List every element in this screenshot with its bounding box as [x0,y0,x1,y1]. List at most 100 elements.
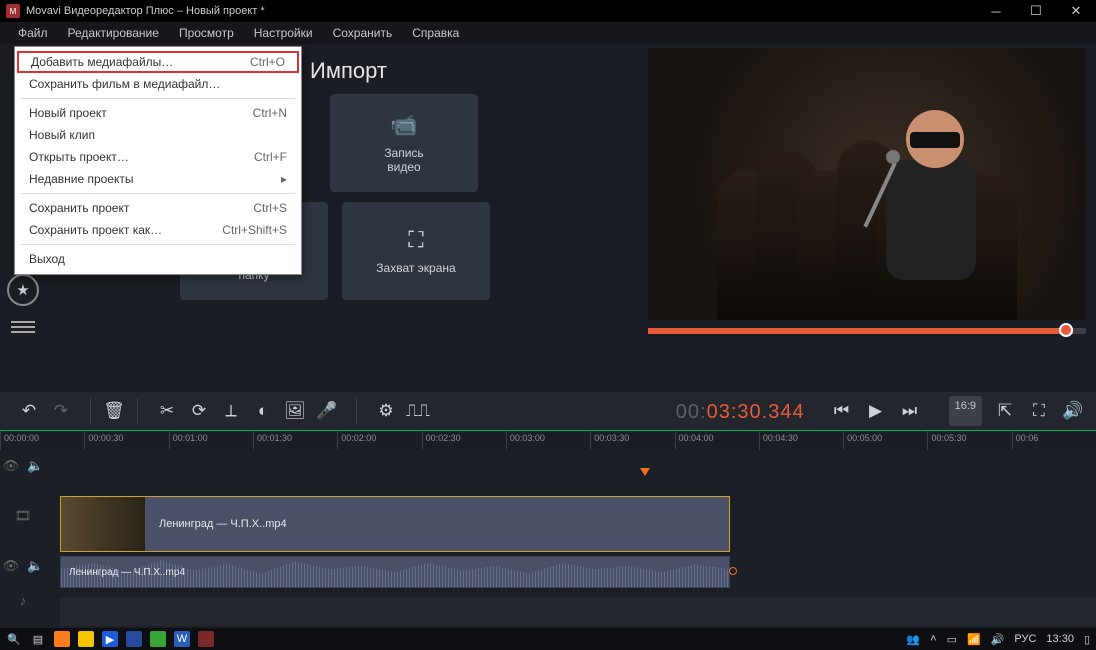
close-button[interactable]: ✕ [1056,0,1096,22]
menu-help[interactable]: Справка [402,23,469,43]
music-track-lane[interactable] [60,598,1096,626]
app-icon[interactable] [78,631,94,647]
menu-save[interactable]: Сохранить [323,23,403,43]
menu-item-save-project[interactable]: Сохранить проект Ctrl+S [15,197,301,219]
menu-item-open-project[interactable]: Открыть проект… Ctrl+F [15,146,301,168]
wifi-icon[interactable]: 📶 [967,633,981,646]
battery-icon[interactable]: ▭ [947,633,957,646]
camera-icon: 📹 [390,112,417,138]
stickers-button[interactable]: ★ [7,274,39,306]
film-icon: 🎞 [15,508,32,524]
menu-item-new-project[interactable]: Новый проект Ctrl+N [15,102,301,124]
firefox-icon[interactable] [54,631,70,647]
tray-chevron-icon[interactable]: ˄ [930,633,936,645]
eye-icon[interactable]: 👁 [3,458,20,474]
menu-bar: Файл Редактирование Просмотр Настройки С… [0,22,1096,44]
eye-icon[interactable]: 👁 [3,558,20,574]
redo-button[interactable]: ↷ [46,396,76,426]
video-clip[interactable]: Ленинград — Ч.П.Х..mp4 [60,496,730,552]
preview-seekbar[interactable] [648,328,1086,334]
toolbar: ↶ ↷ 🗑 ✂ ⟳ ⟂ ◐ 🖼 🎤 ⚙ ⎍⎍ 00:03:30.344 ⏮ ▶ … [0,392,1096,430]
track-toggle-row: 👁🔈 [3,452,44,480]
screen-capture-icon: ⛶ [408,227,423,253]
menu-item-label: Новый проект [29,106,107,120]
timeline-ruler[interactable]: 00:00:00 00:00:30 00:01:00 00:01:30 00:0… [0,430,1096,450]
menu-item-exit[interactable]: Выход [15,248,301,270]
tile-label: Захват экрана [376,261,455,275]
play-button[interactable]: ▶ [861,396,891,426]
tile-screen-capture[interactable]: ⛶ Захват экрана [342,202,490,300]
rotate-button[interactable]: ⟳ [184,396,214,426]
menu-edit[interactable]: Редактирование [58,23,169,43]
crop-button[interactable]: ⟂ [216,396,246,426]
ruler-tick: 00:01:30 [253,431,337,450]
preview-video[interactable] [648,48,1086,320]
import-heading: Импорт [310,58,387,84]
color-adjust-button[interactable]: ◐ [248,396,278,426]
image-button[interactable]: 🖼 [280,396,310,426]
menu-separator [21,98,295,99]
sound-tray-icon[interactable]: 🔊 [991,633,1005,646]
app-icon[interactable]: ▶ [102,631,118,647]
maximize-button[interactable]: ☐ [1016,0,1056,22]
undo-button[interactable]: ↶ [14,396,44,426]
next-frame-button[interactable]: ⏭ [895,396,925,426]
clip-thumbnail [61,497,145,551]
menu-separator [21,193,295,194]
minimize-button[interactable]: ─ [976,0,1016,22]
clock[interactable]: 13:30 [1046,633,1074,645]
timecode-prefix: 00: [676,401,707,423]
menu-item-add-media[interactable]: Добавить медиафайлы… Ctrl+O [17,51,299,73]
music-track-header[interactable]: ♪ [20,586,27,614]
clip-label: Ленинград — Ч.П.Х..mp4 [69,567,185,578]
start-search-icon[interactable]: 🔍 [6,631,22,647]
video-track-header[interactable]: 🎞 [15,486,32,546]
utorrent-icon[interactable] [150,631,166,647]
star-icon: ★ [16,281,29,299]
app-icon[interactable] [126,631,142,647]
clip-end-handle[interactable] [729,567,737,575]
menu-item-recent[interactable]: Недавние проекты ▸ [15,168,301,190]
prev-frame-button[interactable]: ⏮ [827,396,857,426]
list-view-button[interactable] [7,316,39,338]
settings-button[interactable]: ⚙ [371,396,401,426]
menu-file[interactable]: Файл [8,23,58,43]
notifications-icon[interactable]: ▯ [1084,633,1090,646]
menu-settings[interactable]: Настройки [244,23,323,43]
menu-item-save-project-as[interactable]: Сохранить проект как… Ctrl+Shift+S [15,219,301,241]
tile-record-video[interactable]: 📹 Запись видео [330,94,478,192]
people-icon[interactable]: 👥 [906,633,920,646]
task-view-icon[interactable]: ▤ [30,631,46,647]
speaker-icon[interactable]: 🔈 [27,558,43,574]
ruler-tick: 00:04:00 [675,431,759,450]
seekbar-fill [648,328,1073,334]
equalizer-button[interactable]: ⎍⎍ [403,396,433,426]
delete-button[interactable]: 🗑 [99,396,129,426]
cut-button[interactable]: ✂ [152,396,182,426]
movavi-icon[interactable] [198,631,214,647]
popout-button[interactable]: ⇱ [990,396,1020,426]
ruler-tick: 00:02:00 [337,431,421,450]
menu-item-label: Добавить медиафайлы… [31,55,173,69]
volume-button[interactable]: 🔊 [1058,396,1088,426]
app-logo-icon: M [6,4,20,18]
menu-item-label: Сохранить проект как… [29,223,162,237]
aspect-ratio-selector[interactable]: 16:9 [949,396,982,426]
menu-item-label: Выход [29,252,65,266]
word-icon[interactable]: W [174,631,190,647]
audio-clip[interactable]: Ленинград — Ч.П.Х..mp4 [60,556,730,588]
menu-item-new-clip[interactable]: Новый клип [15,124,301,146]
title-bar: M Movavi Видеоредактор Плюс – Новый прое… [0,0,1096,22]
menu-item-label: Новый клип [29,128,95,142]
fullscreen-button[interactable]: ⛶ [1024,396,1054,426]
menu-item-save-movie[interactable]: Сохранить фильм в медиафайл… [15,73,301,95]
menu-view[interactable]: Просмотр [169,23,244,43]
menu-item-shortcut: Ctrl+Shift+S [222,223,287,237]
language-indicator[interactable]: РУС [1014,633,1036,645]
mic-button[interactable]: 🎤 [312,396,342,426]
menu-item-shortcut: Ctrl+S [253,201,287,215]
seekbar-knob[interactable] [1059,323,1073,337]
track-toggle-row: 👁🔈 [3,552,44,580]
window-title: Movavi Видеоредактор Плюс – Новый проект… [26,5,265,17]
speaker-icon[interactable]: 🔈 [27,458,43,474]
